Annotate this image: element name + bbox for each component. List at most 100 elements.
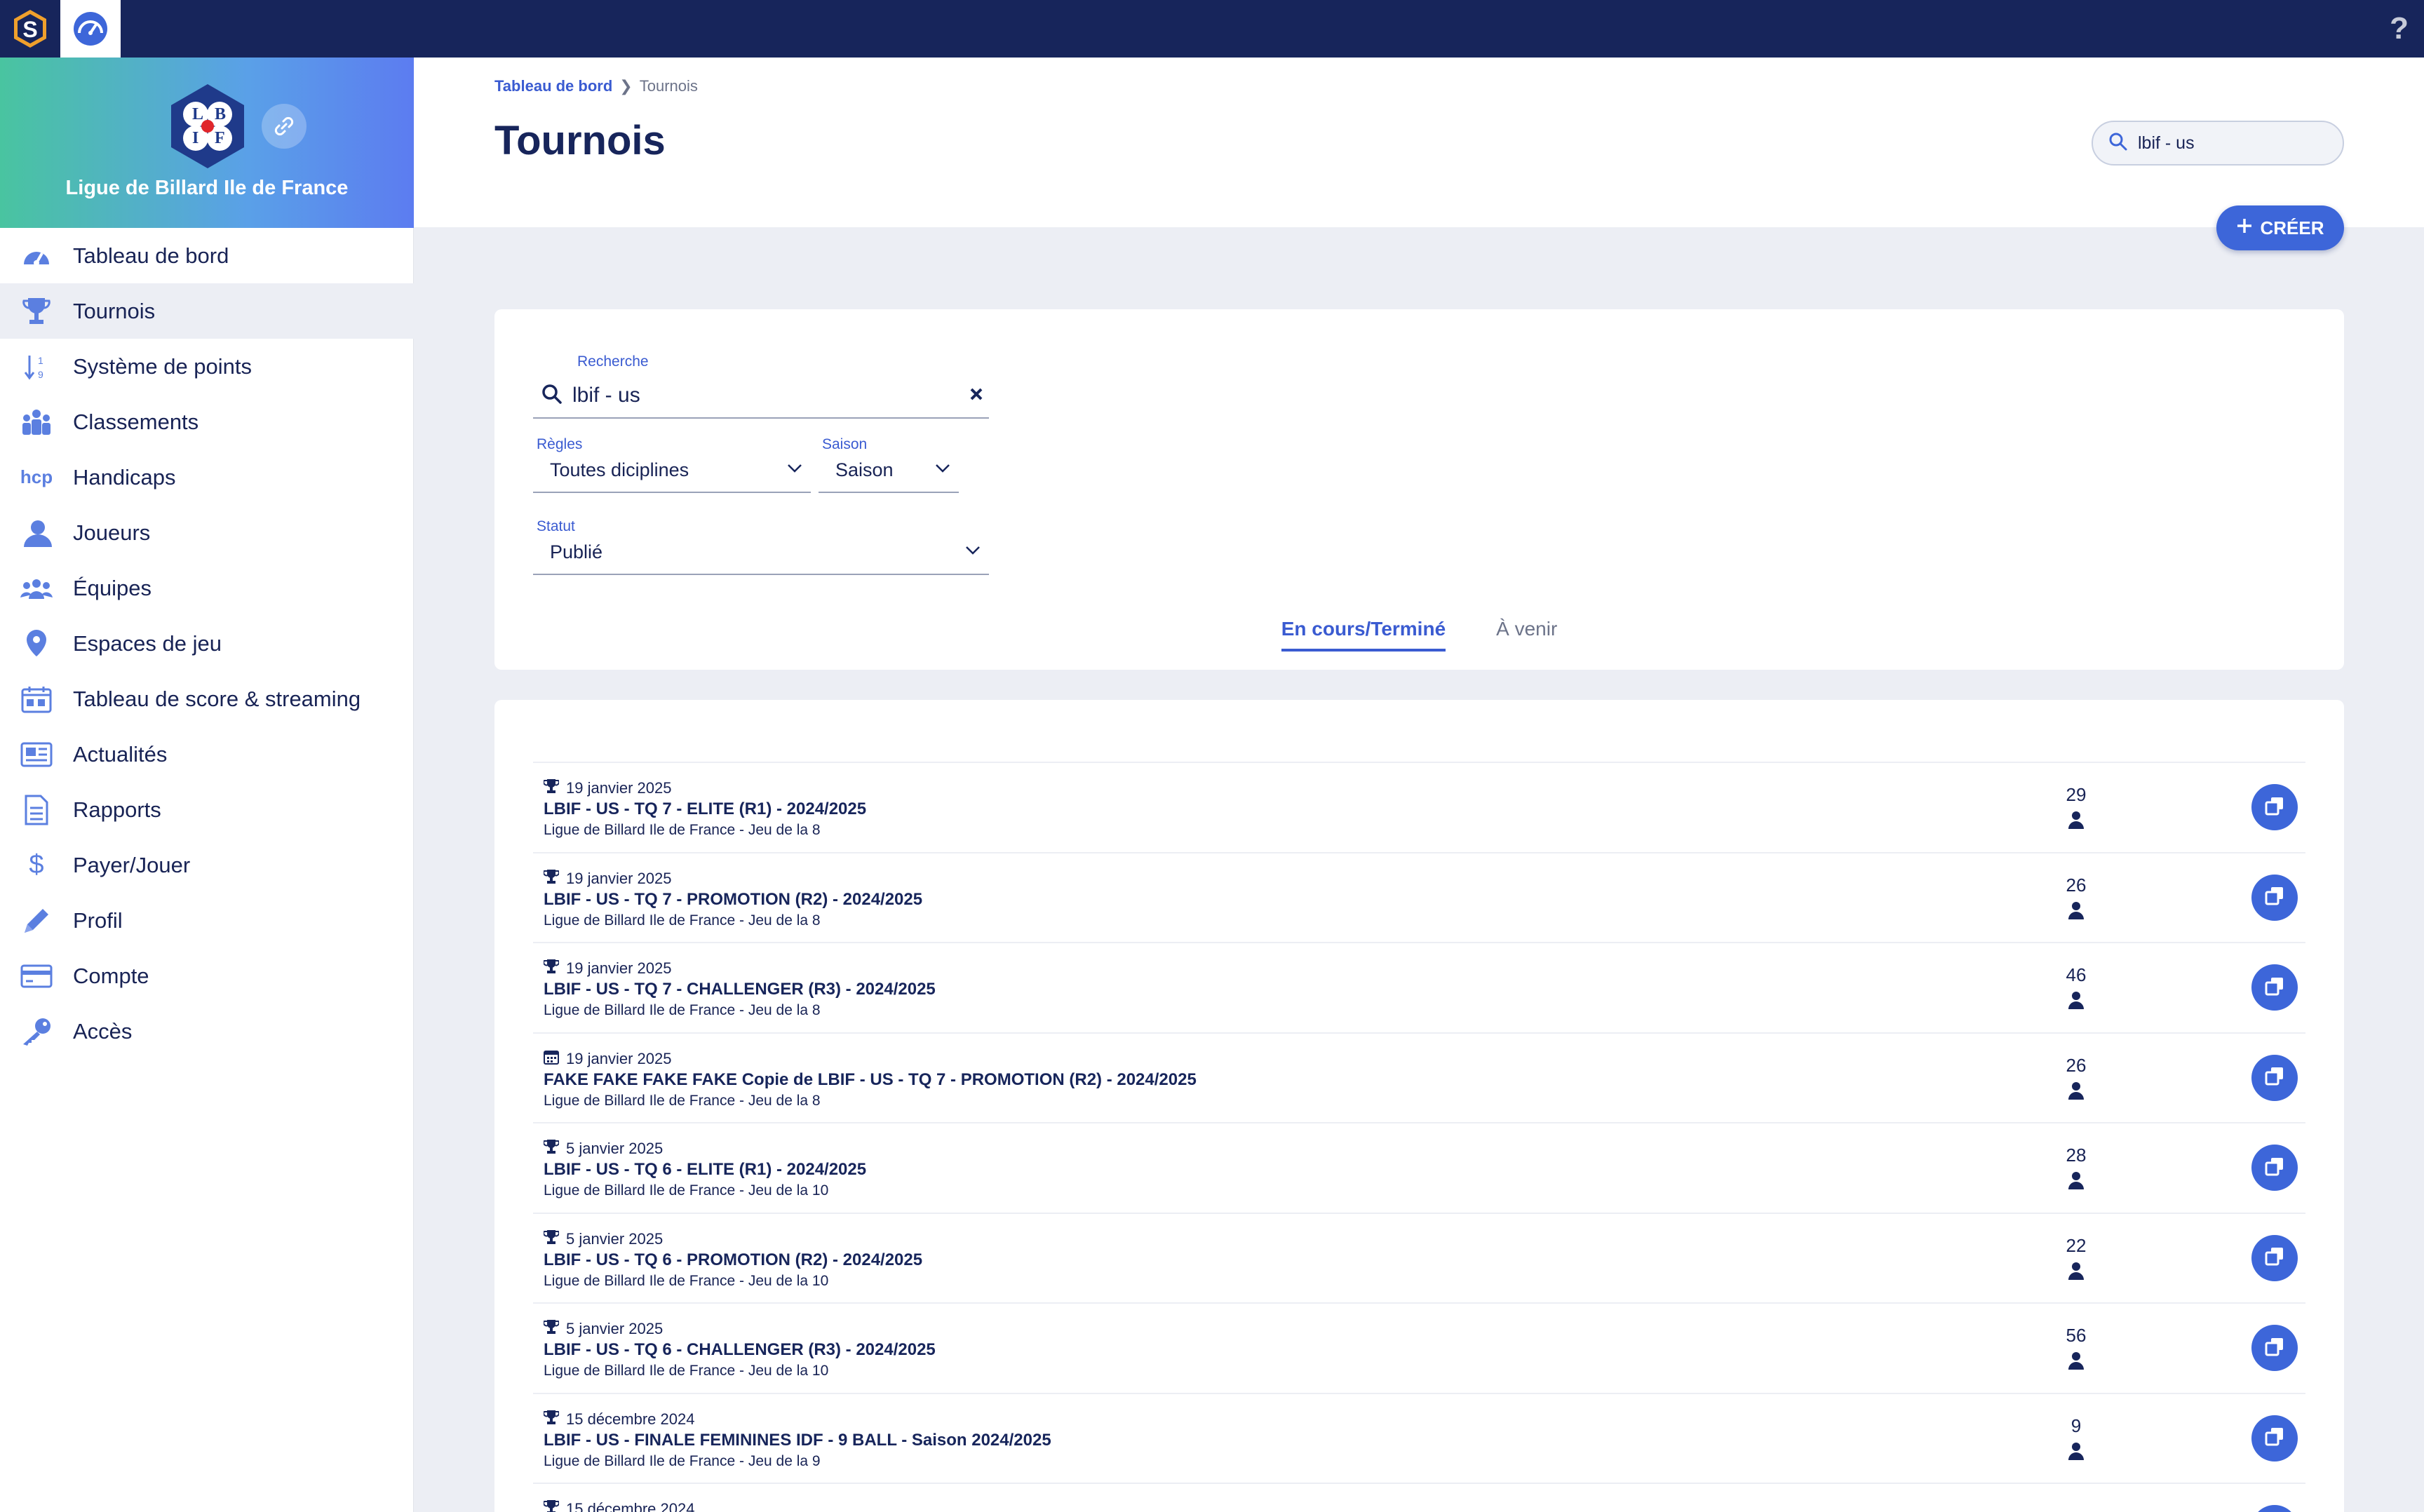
pencil-icon <box>0 906 73 936</box>
tournament-subtitle: Ligue de Billard Ile de France - Jeu de … <box>544 1092 821 1109</box>
copy-icon <box>2264 885 2285 910</box>
tournament-title[interactable]: LBIF - US - TQ 7 - PROMOTION (R2) - 2024… <box>544 890 922 910</box>
page-title: Tournois <box>494 118 666 163</box>
sidebar-item-acces[interactable]: Accès <box>0 1004 414 1059</box>
sidebar-item-espaces-de-jeu[interactable]: Espaces de jeu <box>0 616 414 671</box>
tournament-row[interactable]: 5 janvier 2025 LBIF - US - TQ 6 - CHALLEN… <box>533 1302 2305 1392</box>
tournament-date: 5 janvier 2025 <box>543 1319 664 1339</box>
tournament-date-text: 5 janvier 2025 <box>566 1320 664 1337</box>
clear-icon[interactable] <box>969 387 983 405</box>
tournament-row[interactable]: 5 janvier 2025 LBIF - US - TQ 6 - PROMOTI… <box>533 1212 2305 1302</box>
sidebar-item-handicaps[interactable]: hcp Handicaps <box>0 450 414 505</box>
duplicate-button[interactable] <box>2251 784 2298 830</box>
duplicate-button[interactable] <box>2251 1505 2298 1512</box>
sidebar-item-label: Tournois <box>73 298 156 323</box>
sidebar-item-joueurs[interactable]: Joueurs <box>0 505 414 560</box>
duplicate-button[interactable] <box>2251 964 2298 1011</box>
create-button-label: CRÉER <box>2260 217 2324 238</box>
tournament-title[interactable]: LBIF - US - TQ 6 - PROMOTION (R2) - 2024… <box>544 1250 922 1270</box>
player-count: 29 <box>2066 784 2087 805</box>
duplicate-button[interactable] <box>2251 1145 2298 1191</box>
sidebar-item-compte[interactable]: Compte <box>0 948 414 1004</box>
tournament-date: 5 janvier 2025 <box>543 1229 664 1249</box>
svg-text:1: 1 <box>38 355 43 366</box>
page-header: Tableau de bord ❯ Tournois Tournois <box>414 58 2424 227</box>
search-input[interactable]: lbif - us <box>533 374 989 419</box>
duplicate-button[interactable] <box>2251 1325 2298 1371</box>
rules-select[interactable]: Toutes diciplines <box>533 448 811 493</box>
trophy-icon <box>543 869 560 889</box>
sidebar-item-label: Compte <box>73 963 149 988</box>
tournament-row[interactable]: 19 janvier 2025 FAKE FAKE FAKE FAKE Copie… <box>533 1032 2305 1122</box>
tab-en-cours-termine[interactable]: En cours/Terminé <box>1281 618 1446 652</box>
search-value[interactable]: lbif - us <box>572 384 959 407</box>
team-icon <box>0 578 73 599</box>
tournament-date: 15 décembre 2024 <box>543 1410 694 1429</box>
duplicate-button[interactable] <box>2251 1054 2298 1101</box>
svg-text:B: B <box>215 105 226 123</box>
sidebar-item-tournois[interactable]: Tournois <box>0 283 425 339</box>
organization-header: L B I F Ligue de Billard Ile de France <box>0 58 414 228</box>
copy-icon <box>2264 1426 2285 1450</box>
organization-name: Ligue de Billard Ile de France <box>65 177 349 199</box>
breadcrumb-home-link[interactable]: Tableau de bord <box>494 77 612 95</box>
sidebar-item-rapports[interactable]: Rapports <box>0 782 414 837</box>
dashboard-shortcut-icon[interactable] <box>60 0 121 58</box>
search-icon <box>541 384 563 408</box>
global-search[interactable] <box>2092 121 2344 166</box>
status-select[interactable]: Publié <box>533 530 989 575</box>
tournament-date-text: 5 janvier 2025 <box>566 1229 664 1248</box>
tournament-title[interactable]: FAKE FAKE FAKE FAKE Copie de LBIF - US -… <box>544 1070 1197 1090</box>
sidebar-item-payer-jouer[interactable]: $ Payer/Jouer <box>0 837 414 893</box>
help-icon[interactable]: ? <box>2390 7 2409 50</box>
status-tabs: En cours/Terminé À venir <box>494 618 2344 652</box>
tournament-title[interactable]: LBIF - US - TQ 6 - CHALLENGER (R3) - 202… <box>544 1340 936 1360</box>
player-count: 26 <box>2066 874 2087 896</box>
top-bar: S ? <box>0 0 2424 58</box>
tournament-row[interactable]: 15 décembre 2024 <box>533 1483 2305 1512</box>
season-select[interactable]: Saison <box>819 448 959 493</box>
person-icon <box>2068 1262 2085 1283</box>
tab-a-venir[interactable]: À venir <box>1496 618 1557 652</box>
sidebar-item-label: Classements <box>73 409 199 434</box>
tournament-subtitle: Ligue de Billard Ile de France - Jeu de … <box>544 912 821 929</box>
breadcrumb-separator: ❯ <box>619 77 633 95</box>
copy-icon <box>2264 976 2285 1000</box>
tournament-row[interactable]: 19 janvier 2025 LBIF - US - TQ 7 - CHALLE… <box>533 942 2305 1032</box>
tournament-date: 5 janvier 2025 <box>543 1139 664 1159</box>
app-logo-icon[interactable]: S <box>0 0 60 58</box>
tournament-subtitle: Ligue de Billard Ile de France - Jeu de … <box>544 1272 829 1289</box>
global-search-input[interactable] <box>2138 133 2320 154</box>
tournament-row[interactable]: 15 décembre 2024 LBIF - US - FINALE FEMIN… <box>533 1392 2305 1483</box>
tournament-row[interactable]: 19 janvier 2025 LBIF - US - TQ 7 - ELITE … <box>533 762 2305 851</box>
tournament-date: 19 janvier 2025 <box>543 869 671 889</box>
create-button[interactable]: CRÉER <box>2216 205 2344 250</box>
sidebar-item-profil[interactable]: Profil <box>0 893 414 948</box>
tournament-title[interactable]: LBIF - US - FINALE FEMININES IDF - 9 BAL… <box>544 1431 1051 1450</box>
tournament-title[interactable]: LBIF - US - TQ 6 - ELITE (R1) - 2024/202… <box>544 1160 866 1180</box>
sidebar-item-systeme-de-points[interactable]: 19 Système de points <box>0 339 414 394</box>
sidebar-item-tableau-de-bord[interactable]: Tableau de bord <box>0 228 414 283</box>
sort-numbers-icon: 19 <box>0 353 73 381</box>
copy-icon <box>2264 1156 2285 1180</box>
sidebar-item-actualites[interactable]: Actualités <box>0 727 414 782</box>
tournament-title[interactable]: LBIF - US - TQ 7 - CHALLENGER (R3) - 202… <box>544 980 936 999</box>
duplicate-button[interactable] <box>2251 1234 2298 1281</box>
player-count: 46 <box>2066 964 2087 985</box>
sidebar-item-classements[interactable]: Classements <box>0 394 414 450</box>
trophy-icon <box>543 778 560 798</box>
sidebar-item-tableau-de-score[interactable]: Tableau de score & streaming <box>0 671 414 727</box>
tournament-row[interactable]: 5 janvier 2025 LBIF - US - TQ 6 - ELITE (… <box>533 1122 2305 1212</box>
tournament-date-text: 5 janvier 2025 <box>566 1140 664 1157</box>
duplicate-button[interactable] <box>2251 874 2298 921</box>
calendar-icon <box>544 1049 559 1069</box>
hcp-icon: hcp <box>20 466 53 487</box>
link-icon[interactable] <box>262 104 307 149</box>
trophy-icon <box>543 1229 560 1249</box>
sidebar-item-equipes[interactable]: Équipes <box>0 560 414 616</box>
duplicate-button[interactable] <box>2251 1415 2298 1462</box>
tournament-row[interactable]: 19 janvier 2025 LBIF - US - TQ 7 - PROMOT… <box>533 851 2305 942</box>
tournament-title[interactable]: LBIF - US - TQ 7 - ELITE (R1) - 2024/202… <box>544 799 866 819</box>
calendar-icon <box>0 685 73 713</box>
player-count: 22 <box>2066 1234 2087 1256</box>
